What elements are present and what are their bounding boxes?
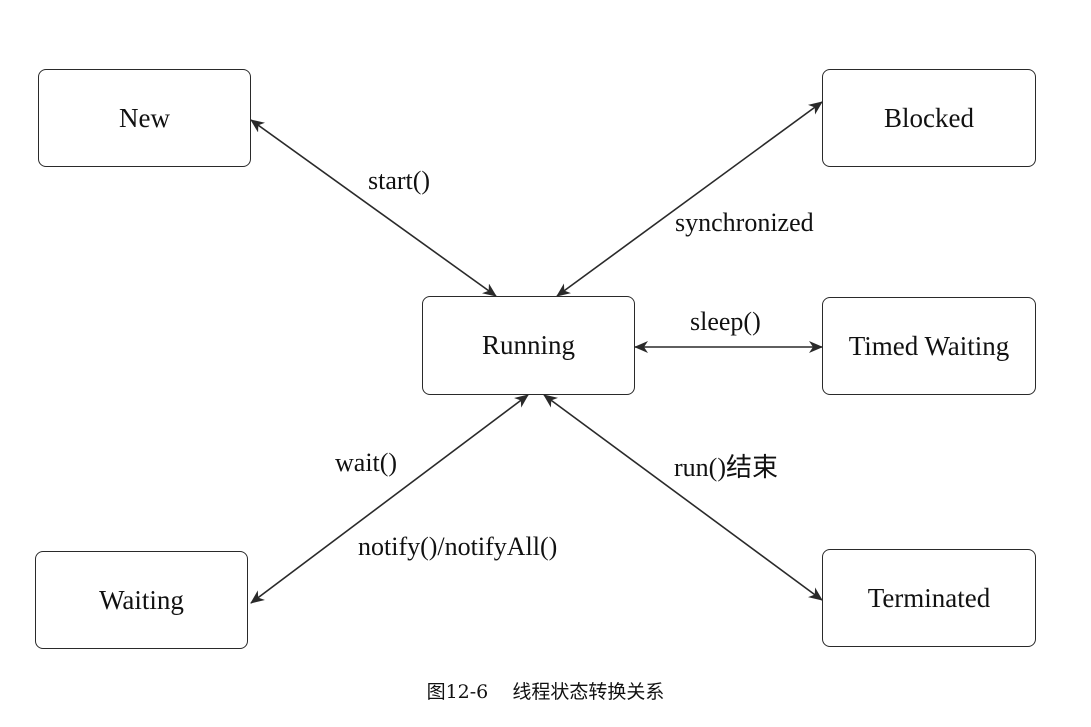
figure-title: 线程状态转换关系 [512,681,665,703]
label-sleep: sleep() [690,307,761,336]
state-waiting: Waiting [35,551,248,649]
state-new: New [38,69,251,167]
arrow-running-terminated [543,394,823,601]
state-running: Running [422,296,635,395]
thread-state-diagram: New Blocked Running Timed Waiting Waitin… [0,0,1091,727]
state-new-label: New [119,102,170,133]
arrow-running-blocked [556,101,823,297]
label-start: start() [368,166,431,195]
figure-number: 图12-6 [426,681,489,703]
label-notify: notify()/notifyAll() [358,532,558,561]
state-running-label: Running [481,330,575,360]
state-blocked: Blocked [822,69,1036,167]
arrow-running-waiting [250,394,529,604]
state-timed-waiting: Timed Waiting [822,297,1036,395]
label-run-finished: run()结束 [674,453,778,482]
label-synchronized: synchronized [675,208,814,237]
state-terminated-label: Terminated [867,582,991,613]
state-timed-waiting-label: Timed Waiting [848,330,1010,361]
state-waiting-label: Waiting [99,584,184,615]
arrow-new-running [250,119,497,297]
state-terminated: Terminated [822,549,1036,647]
label-wait: wait() [335,448,398,477]
caption-gap [488,681,512,703]
state-blocked-label: Blocked [884,102,974,133]
figure-caption: 图12-6 线程状态转换关系 [0,683,1091,702]
